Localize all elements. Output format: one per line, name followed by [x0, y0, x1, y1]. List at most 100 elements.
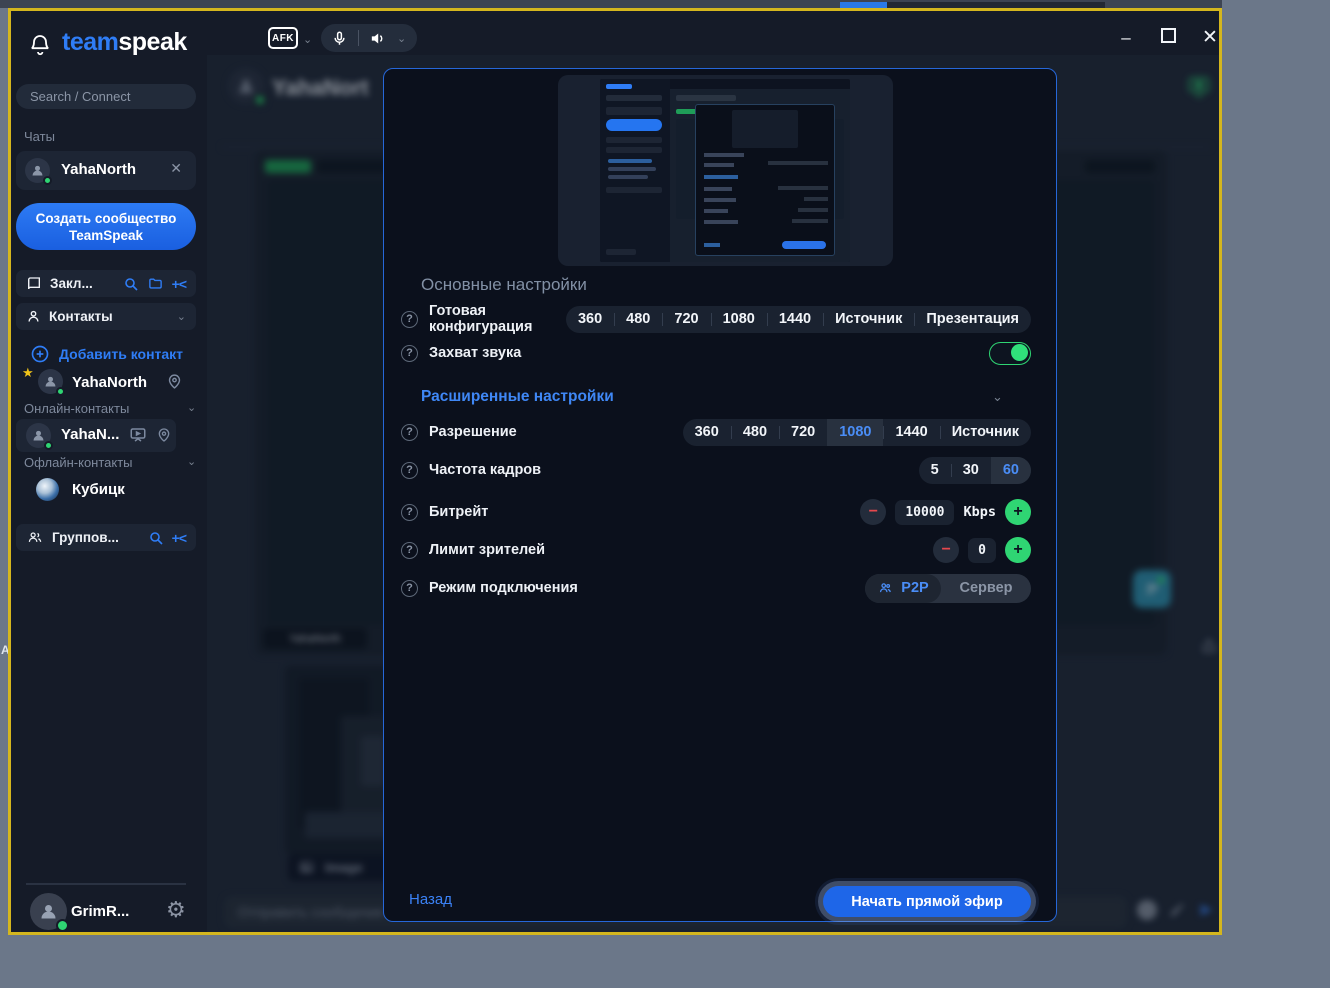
notifications-bell-icon[interactable] [28, 31, 52, 57]
bitrate-decrease-button[interactable]: − [860, 499, 886, 525]
resolution-480[interactable]: 480 [731, 419, 779, 446]
advanced-chevron-icon[interactable]: ⌄ [992, 389, 1003, 405]
globe-avatar [36, 478, 59, 501]
search-connect-input[interactable] [16, 84, 196, 109]
preset-360[interactable]: 360 [566, 306, 614, 333]
help-icon[interactable]: ? [401, 311, 418, 328]
chats-section-label: Чаты [24, 129, 55, 144]
add-contact-button[interactable]: Добавить контакт [30, 344, 183, 364]
microphone-icon[interactable] [332, 29, 347, 48]
mini-dialog-thumb [732, 110, 798, 148]
create-community-line1: Создать сообщество [36, 210, 177, 227]
preset-720[interactable]: 720 [662, 306, 710, 333]
afk-status-badge[interactable]: AFK [268, 27, 298, 49]
basic-settings-heading: Основные настройки [421, 275, 587, 295]
resolution-720[interactable]: 720 [779, 419, 827, 446]
create-community-line2: TeamSpeak [69, 227, 143, 244]
online-contacts-header[interactable]: Онлайн-контакты [24, 401, 129, 416]
online-status-dot [56, 387, 65, 396]
preset-1080[interactable]: 1080 [711, 306, 767, 333]
help-icon[interactable]: ? [401, 580, 418, 597]
advanced-settings-heading[interactable]: Расширенные настройки [421, 388, 614, 406]
row-connection-mode: ? Режим подключения P2P Сервер [401, 571, 1031, 605]
resolution-360[interactable]: 360 [683, 419, 731, 446]
offline-chevron-icon[interactable]: ⌄ [187, 455, 196, 468]
add-group-icon[interactable]: +< [172, 530, 186, 546]
speaker-icon[interactable] [369, 30, 386, 47]
search-bookmarks-icon[interactable] [123, 276, 139, 292]
preset-source[interactable]: Источник [823, 306, 914, 333]
back-link[interactable]: Назад [409, 891, 452, 908]
resolution-1080-selected[interactable]: 1080 [827, 419, 883, 446]
row-resolution: ? Разрешение 360 480 720 1080 1440 Источ… [401, 415, 1031, 449]
bitrate-label: Битрейт [429, 504, 488, 520]
audio-capture-toggle[interactable] [989, 342, 1031, 365]
folder-icon[interactable] [147, 276, 164, 291]
chat-item-yahanorth[interactable]: YahaNorth ✕ [16, 151, 196, 190]
viewer-limit-label: Лимит зрителей [429, 542, 545, 558]
contact-yahanorth-favorite[interactable]: ★ YahaNorth [26, 369, 196, 399]
group-chats-row[interactable]: Группов... +< [16, 524, 196, 551]
online-status-dot [43, 176, 52, 185]
help-icon[interactable]: ? [401, 542, 418, 559]
speaker-chevron-icon[interactable]: ⌄ [397, 32, 406, 45]
location-pin-icon[interactable] [156, 426, 172, 444]
person-icon [26, 309, 41, 324]
online-chevron-icon[interactable]: ⌄ [187, 401, 196, 414]
bookmarks-row[interactable]: Закл... +< [16, 270, 196, 297]
add-bookmark-icon[interactable]: +< [172, 276, 186, 292]
viewer-limit-increase-button[interactable]: + [1005, 537, 1031, 563]
capture-preview-screenshot [600, 79, 850, 262]
viewer-limit-value[interactable]: 0 [968, 538, 996, 563]
audio-controls: ⌄ [321, 24, 417, 52]
sidebar: teamspeak Чаты YahaNorth ✕ Создать сообщ… [11, 11, 207, 932]
contact-name: YahaNorth [72, 374, 147, 391]
close-button[interactable]: ✕ [1195, 26, 1225, 49]
help-icon[interactable]: ? [401, 345, 418, 362]
mode-p2p-selected[interactable]: P2P [865, 574, 941, 603]
fps-60-selected[interactable]: 60 [991, 457, 1031, 484]
settings-gear-icon[interactable]: ⚙ [166, 897, 186, 923]
afk-chevron-icon[interactable]: ⌄ [303, 33, 312, 46]
resolution-source[interactable]: Источник [940, 419, 1031, 446]
contact-name: Кубицк [72, 481, 125, 498]
viewer-limit-decrease-button[interactable]: − [933, 537, 959, 563]
preset-presentation[interactable]: Презентация [914, 306, 1031, 333]
screenshare-icon[interactable] [128, 426, 148, 444]
maximize-button[interactable] [1153, 28, 1183, 48]
p2p-people-icon [877, 581, 894, 595]
help-icon[interactable]: ? [401, 424, 418, 441]
row-preset: ? Готовая конфигурация 360 480 720 1080 … [401, 302, 1031, 336]
close-chat-icon[interactable]: ✕ [170, 160, 182, 177]
mode-server[interactable]: Сервер [941, 574, 1031, 603]
offline-contacts-header[interactable]: Офлайн-контакты [24, 455, 133, 470]
chat-name: YahaNorth [61, 161, 136, 178]
contact-yahanorth-online[interactable]: YahaN... [16, 419, 176, 452]
help-icon[interactable]: ? [401, 462, 418, 479]
help-icon[interactable]: ? [401, 504, 418, 521]
bitrate-value[interactable]: 10000 [895, 500, 954, 525]
preset-1440[interactable]: 1440 [767, 306, 823, 333]
row-audio-capture: ? Захват звука [401, 336, 1031, 370]
search-groups-icon[interactable] [148, 530, 164, 546]
resolution-segmented-control: 360 480 720 1080 1440 Источник [683, 419, 1031, 446]
start-stream-button[interactable]: Начать прямой эфир [823, 886, 1031, 917]
online-status-dot [56, 919, 69, 932]
contacts-row[interactable]: Контакты ⌄ [16, 303, 196, 330]
fps-30[interactable]: 30 [951, 457, 991, 484]
contact-kubick[interactable]: Кубицк [26, 478, 196, 506]
bitrate-increase-button[interactable]: + [1005, 499, 1031, 525]
minimize-button[interactable]: – [1111, 28, 1141, 48]
audio-divider [358, 30, 359, 46]
resolution-1440[interactable]: 1440 [883, 419, 939, 446]
bookmarks-label: Закл... [50, 276, 93, 291]
fps-5[interactable]: 5 [919, 457, 951, 484]
current-user-row[interactable]: GrimR... ⚙ [11, 889, 207, 932]
contacts-chevron-icon[interactable]: ⌄ [177, 310, 186, 323]
row-framerate: ? Частота кадров 5 30 60 [401, 453, 1031, 487]
preset-label: Готовая конфигурация [429, 303, 566, 335]
favorite-star-icon: ★ [22, 365, 34, 381]
create-community-button[interactable]: Создать сообщество TeamSpeak [16, 203, 196, 250]
preset-480[interactable]: 480 [614, 306, 662, 333]
location-pin-icon[interactable] [166, 372, 183, 391]
